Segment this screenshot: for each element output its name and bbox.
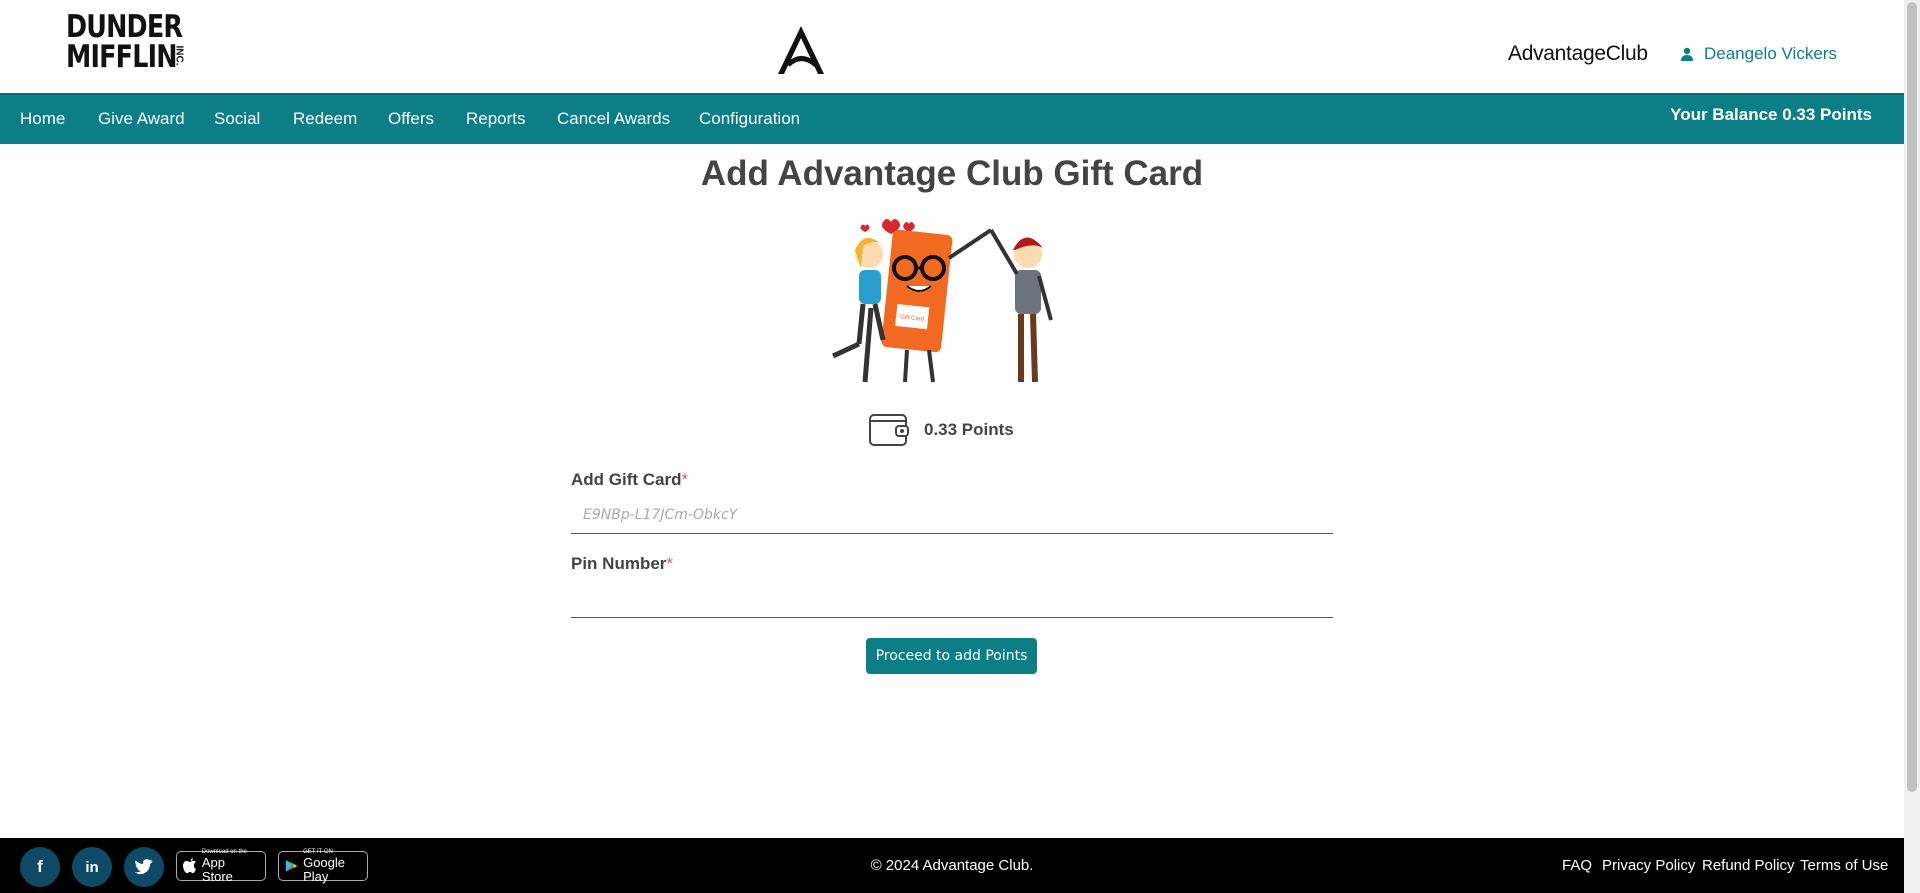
nav-redeem[interactable]: Redeem — [293, 109, 357, 129]
footer-link-privacy-policy[interactable]: Privacy Policy — [1602, 857, 1695, 874]
vertical-scrollbar[interactable] — [1904, 0, 1920, 893]
footer-link-terms-of-use[interactable]: Terms of Use — [1800, 857, 1888, 874]
header-bar: DUNDER MIFFLIN INC. AdvantageClub Deange… — [0, 0, 1904, 93]
gift-card-illustration: Gift Card — [831, 219, 1053, 383]
logo-inc: INC. — [173, 45, 185, 66]
nav-reports[interactable]: Reports — [466, 109, 526, 129]
nav-cancel-awards[interactable]: Cancel Awards — [557, 109, 670, 129]
page-title: Add Advantage Club Gift Card — [700, 154, 1204, 193]
nav-give-award[interactable]: Give Award — [98, 109, 185, 129]
company-logo[interactable]: DUNDER MIFFLIN INC. — [66, 9, 185, 76]
user-name: Deangelo Vickers — [1704, 44, 1837, 63]
gift-card-field: Add Gift Card* — [571, 470, 1333, 534]
gift-card-label: Add Gift Card* — [571, 470, 689, 489]
main-nav: Home Give Award Social Redeem Offers Rep… — [0, 93, 1904, 144]
user-icon — [1681, 47, 1693, 61]
footer-bar: f in Download on the App Store GET IT ON G… — [0, 838, 1904, 893]
pin-label: Pin Number* — [571, 554, 674, 573]
scrollbar-thumb[interactable] — [1907, 2, 1917, 792]
wallet-icon — [869, 414, 909, 446]
logo-line-1: DUNDER — [66, 9, 183, 45]
footer-link-faq[interactable]: FAQ — [1562, 857, 1592, 874]
app-name: AdvantageClub — [1508, 42, 1648, 65]
balance-display: Your Balance 0.33 Points — [1670, 105, 1872, 124]
nav-configuration[interactable]: Configuration — [699, 109, 800, 129]
footer-link-refund-policy[interactable]: Refund Policy — [1702, 857, 1795, 874]
logo-line-2: MIFFLIN — [66, 39, 177, 75]
nav-home[interactable]: Home — [20, 109, 65, 129]
user-menu[interactable]: Deangelo Vickers — [1680, 44, 1837, 64]
pin-field: Pin Number* — [571, 554, 1333, 618]
pin-input[interactable] — [571, 578, 1333, 618]
advantage-club-logo-icon[interactable] — [774, 24, 828, 76]
points-summary: 0.33 Points — [868, 412, 1014, 448]
points-value: 0.33 Points — [924, 420, 1014, 439]
nav-offers[interactable]: Offers — [388, 109, 434, 129]
nav-social[interactable]: Social — [214, 109, 260, 129]
proceed-button[interactable]: Proceed to add Points — [866, 638, 1037, 674]
gift-card-input[interactable] — [571, 494, 1333, 534]
